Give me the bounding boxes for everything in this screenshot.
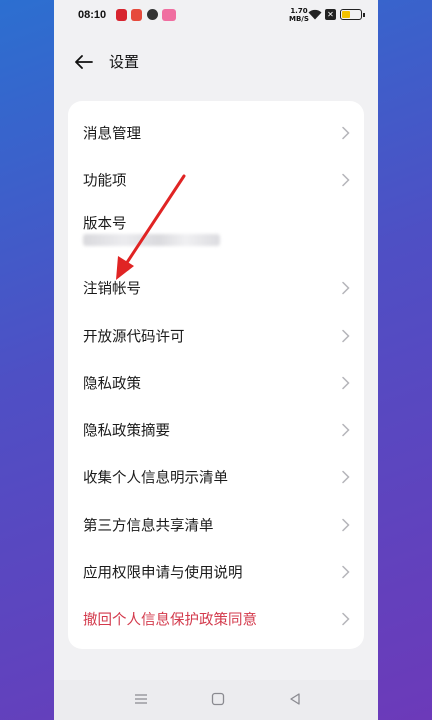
chevron-right-icon (342, 126, 350, 139)
settings-item-label: 消息管理 (83, 126, 141, 142)
back-triangle-icon[interactable] (288, 692, 302, 706)
battery-level (342, 11, 351, 18)
network-speed: 1.70 MB/S (289, 7, 309, 23)
network-speed-value: 1.70 (290, 7, 308, 15)
settings-item-label: 撤回个人信息保护政策同意 (83, 612, 257, 628)
battery-icon (340, 9, 365, 20)
settings-item-label: 注销帐号 (83, 281, 141, 297)
settings-item-label: 开放源代码许可 (83, 329, 185, 345)
back-button[interactable] (72, 50, 96, 74)
notification-app-icon (147, 9, 158, 20)
settings-item-label: 第三方信息共享清单 (83, 518, 214, 534)
settings-item-privacy-policy[interactable]: 隐私政策 (68, 359, 364, 406)
settings-item-personal-info-list[interactable]: 收集个人信息明示清单 (68, 453, 364, 500)
settings-item-app-permissions[interactable]: 应用权限申请与使用说明 (68, 548, 364, 595)
settings-item-label: 功能项 (83, 173, 127, 189)
chevron-right-icon (342, 376, 350, 389)
chevron-right-icon (342, 173, 350, 186)
status-bar: 08:10 1.70 MB/S ✕ (54, 0, 378, 32)
menu-icon[interactable] (134, 692, 148, 706)
chevron-right-icon (342, 470, 350, 483)
version-number-blurred (83, 234, 220, 246)
system-navigation-bar (54, 680, 378, 720)
settings-item-withdraw-consent[interactable]: 撤回个人信息保护政策同意 (68, 595, 364, 642)
settings-item-label: 收集个人信息明示清单 (83, 470, 228, 486)
chevron-right-icon (342, 612, 350, 625)
home-square-icon[interactable] (211, 692, 225, 706)
settings-item-third-party-sharing[interactable]: 第三方信息共享清单 (68, 501, 364, 548)
settings-item-deactivate-account[interactable]: 注销帐号 (68, 264, 364, 311)
settings-item-open-source-licenses[interactable]: 开放源代码许可 (68, 312, 364, 359)
settings-item-privacy-summary[interactable]: 隐私政策摘要 (68, 406, 364, 453)
settings-list: 消息管理 功能项 版本号 注销帐号 开放源代码许可 隐私政策 隐私政策摘要 收集… (68, 101, 364, 649)
chevron-right-icon (342, 565, 350, 578)
no-sim-icon: ✕ (325, 9, 336, 20)
settings-item-label: 隐私政策 (83, 376, 141, 392)
chevron-right-icon (342, 281, 350, 294)
chevron-right-icon (342, 518, 350, 531)
settings-item-message-management[interactable]: 消息管理 (68, 109, 364, 156)
chevron-right-icon (342, 423, 350, 436)
chevron-right-icon (342, 329, 350, 342)
settings-item-label: 应用权限申请与使用说明 (83, 565, 243, 581)
settings-item-label: 版本号 (83, 216, 127, 233)
status-time: 08:10 (78, 9, 107, 21)
notification-app-icon (116, 9, 127, 21)
settings-item-label: 隐私政策摘要 (83, 423, 170, 439)
notification-app-icon (131, 9, 142, 21)
notification-app-icon (162, 9, 176, 21)
network-speed-unit: MB/S (289, 15, 309, 23)
page-header: 设置 (54, 40, 378, 84)
settings-item-features[interactable]: 功能项 (68, 156, 364, 203)
arrow-left-icon (75, 55, 93, 69)
phone-screen: 08:10 1.70 MB/S ✕ 设置 消息管理 功能项 版本号 注销帐号 开… (54, 0, 378, 720)
wifi-icon (308, 9, 322, 20)
page-title: 设置 (109, 53, 140, 71)
